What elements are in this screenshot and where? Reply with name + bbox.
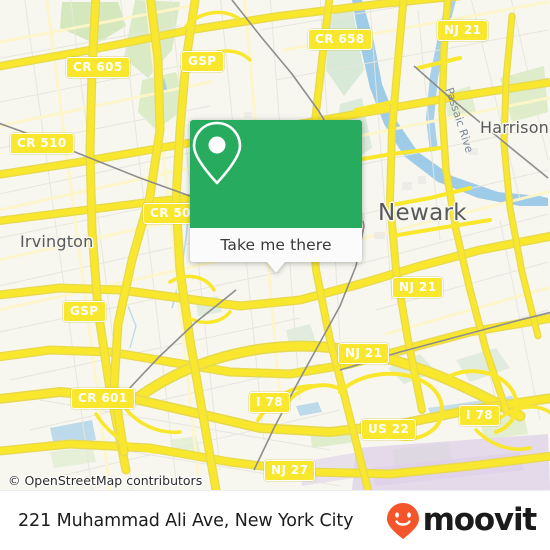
- shield-cr-658: CR 658: [308, 29, 372, 50]
- address-label: 221 Muhammad Ali Ave, New York City: [18, 510, 354, 531]
- shield-cr-510: CR 510: [10, 133, 74, 154]
- shield-nj-21-1: NJ 21: [437, 20, 489, 41]
- shield-cr-605: CR 605: [66, 57, 130, 78]
- location-popup-card[interactable]: Take me there: [190, 120, 362, 273]
- shield-nj-21-2: NJ 21: [392, 277, 444, 298]
- shield-nj-21-3: NJ 21: [338, 343, 390, 364]
- popup-action-bar[interactable]: Take me there: [190, 228, 362, 273]
- map-pin-icon: [192, 121, 242, 185]
- shield-gsp-2: GSP: [63, 301, 106, 322]
- shield-nj-27: NJ 27: [264, 460, 316, 481]
- shield-us-22: US 22: [361, 419, 417, 440]
- osm-attribution[interactable]: © OpenStreetMap contributors: [8, 473, 202, 488]
- shield-i-78-2: I 78: [459, 405, 500, 426]
- map-canvas[interactable]: .rd { stroke:#f9e72d; fill:none; stroke-…: [0, 0, 550, 490]
- shield-gsp-1: GSP: [181, 51, 224, 72]
- shield-cr-601: CR 601: [71, 388, 135, 409]
- popup-pin-panel: [190, 120, 362, 228]
- moovit-smiley-pin-icon: [386, 502, 419, 539]
- bottom-info-bar: 221 Muhammad Ali Ave, New York City moov…: [0, 490, 550, 550]
- moovit-wordmark: moovit: [422, 502, 538, 538]
- map-screenshot: .rd { stroke:#f9e72d; fill:none; stroke-…: [0, 0, 550, 550]
- popup-pointer-tail: [267, 262, 285, 273]
- take-me-there-label: Take me there: [220, 236, 332, 254]
- moovit-brand[interactable]: moovit: [386, 502, 538, 540]
- shield-i-78-1: I 78: [249, 392, 290, 413]
